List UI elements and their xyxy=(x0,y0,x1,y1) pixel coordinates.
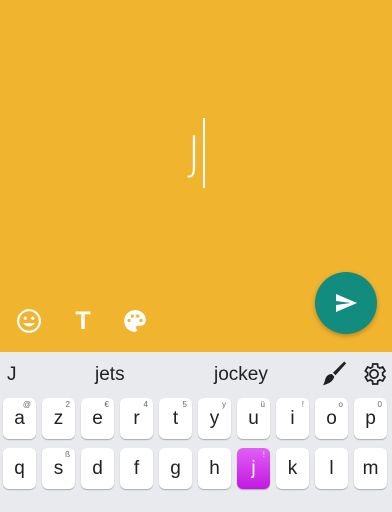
key-hint: 4 xyxy=(143,400,148,409)
key-hint: o xyxy=(338,400,343,409)
key-label: l xyxy=(329,458,334,479)
theme-button[interactable] xyxy=(318,359,350,391)
key-label: p xyxy=(365,408,376,429)
key-hint: ü xyxy=(260,400,265,409)
key-k[interactable]: k xyxy=(276,448,309,489)
suggestion-3[interactable]: jockey xyxy=(214,364,268,386)
key-a[interactable]: a @ xyxy=(3,398,36,439)
key-hint: ! xyxy=(262,450,265,459)
key-g[interactable]: g xyxy=(159,448,192,489)
key-label: r xyxy=(133,408,140,429)
key-l[interactable]: l xyxy=(315,448,348,489)
palette-button[interactable] xyxy=(120,306,150,336)
key-hint: 0 xyxy=(377,400,382,409)
key-label: s xyxy=(53,458,64,479)
key-hint: 2 xyxy=(65,400,70,409)
palette-icon xyxy=(124,310,146,332)
key-label: z xyxy=(53,408,64,429)
key-hint: 5 xyxy=(182,400,187,409)
key-i[interactable]: i! xyxy=(276,398,309,439)
key-r[interactable]: r4 xyxy=(120,398,153,439)
suggestion-1[interactable]: J xyxy=(7,364,17,386)
key-hint: € xyxy=(104,400,109,409)
key-o[interactable]: oo xyxy=(315,398,348,439)
send-icon xyxy=(336,294,357,312)
key-m[interactable]: m xyxy=(354,448,387,489)
suggestion-2[interactable]: jets xyxy=(95,364,125,386)
text-cursor xyxy=(202,118,205,188)
key-label: q xyxy=(14,458,25,479)
key-label: d xyxy=(92,458,103,479)
typed-text-display[interactable]: J xyxy=(0,118,392,192)
key-hint: @ xyxy=(22,400,31,409)
settings-button[interactable] xyxy=(360,360,390,390)
key-label: e xyxy=(92,408,103,429)
key-z[interactable]: z2 xyxy=(42,398,75,439)
gear-icon xyxy=(364,363,387,385)
key-hint: y xyxy=(222,400,226,409)
status-compose-area[interactable]: J T xyxy=(0,0,392,352)
key-y[interactable]: yy xyxy=(198,398,231,439)
key-h[interactable]: h xyxy=(198,448,231,489)
key-label: i xyxy=(290,408,295,429)
key-label: y xyxy=(209,408,220,429)
key-label: f xyxy=(133,458,140,479)
key-t[interactable]: t5 xyxy=(159,398,192,439)
key-label: g xyxy=(170,458,181,479)
key-label: u xyxy=(248,408,259,429)
key-s[interactable]: sß xyxy=(42,448,75,489)
key-label: k xyxy=(287,458,298,479)
typed-text: J xyxy=(187,126,201,181)
key-q[interactable]: q xyxy=(3,448,36,489)
key-label: t xyxy=(172,408,179,429)
key-label: o xyxy=(326,408,337,429)
key-e[interactable]: e € xyxy=(81,398,114,439)
key-label: m xyxy=(362,458,379,479)
key-hint: ß xyxy=(65,450,70,459)
key-label: a xyxy=(14,408,25,429)
keyboard: J jets jockey a @ z 2 e € r 4 t 5 y y u ü i! o o p 0 qsßdf… xyxy=(0,352,392,512)
key-hint: ! xyxy=(301,400,304,409)
key-p[interactable]: p0 xyxy=(354,398,387,439)
key-label: j xyxy=(251,458,256,479)
emoji-icon xyxy=(17,309,41,333)
send-button[interactable] xyxy=(315,272,377,334)
key-j[interactable]: j! xyxy=(237,448,270,489)
text-format-icon: T xyxy=(75,306,91,335)
suggestion-strip: J jets jockey xyxy=(0,352,392,396)
paintbrush-icon xyxy=(323,361,347,386)
key-d[interactable]: d xyxy=(81,448,114,489)
emoji-button[interactable] xyxy=(14,306,44,336)
key-label: h xyxy=(209,458,220,479)
key-f[interactable]: f xyxy=(120,448,153,489)
text-format-button[interactable]: T xyxy=(68,306,98,336)
key-u[interactable]: uü xyxy=(237,398,270,439)
